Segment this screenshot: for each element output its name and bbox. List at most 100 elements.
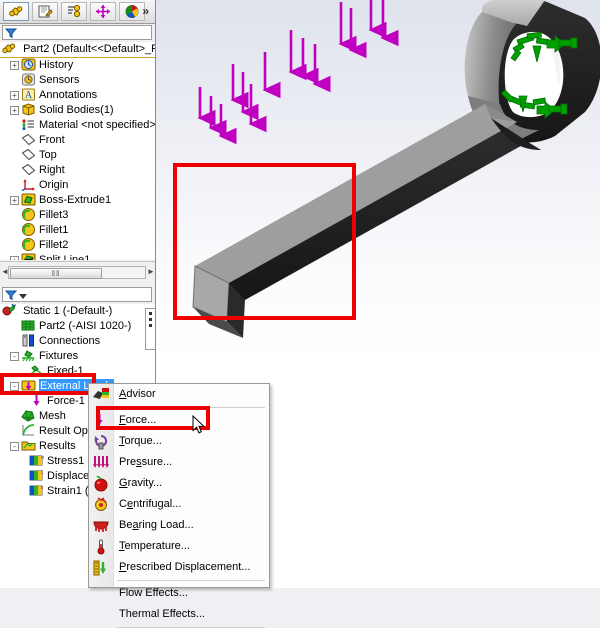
property-manager-icon — [37, 4, 53, 19]
expand-toggle[interactable]: - — [10, 442, 19, 451]
chevron-down-icon[interactable] — [19, 292, 27, 300]
simulation-tree-filter[interactable] — [2, 287, 152, 302]
svg-text:U: U — [41, 470, 44, 476]
expand-toggle[interactable]: - — [10, 352, 19, 361]
expand-toggle[interactable]: + — [10, 106, 19, 115]
menu-item[interactable]: Gravity... — [89, 473, 269, 494]
svg-text:A: A — [25, 90, 33, 101]
model-region-highlight — [173, 163, 356, 320]
extrude-icon — [21, 193, 36, 206]
feature-tree-item-label: Top — [39, 149, 57, 161]
plane-icon — [21, 148, 36, 161]
feature-tree-item-label: Front — [39, 134, 65, 146]
scroll-right-arrow[interactable]: ► — [147, 267, 155, 276]
simulation-tree-item[interactable]: Part2 (-AISI 1020-) — [0, 319, 155, 334]
tree-horizontal-scrollbar[interactable]: ‖‖ — [8, 266, 146, 279]
feature-tree-item[interactable]: Fillet1 — [0, 223, 155, 238]
mesh-icon — [21, 409, 36, 422]
menu-item[interactable]: Advisor — [89, 384, 269, 405]
feature-tree-item-label: Origin — [39, 179, 68, 191]
pressure-icon — [92, 455, 110, 471]
force-arrows — [200, 0, 383, 136]
feature-tree-item[interactable]: + Split Line1 — [0, 253, 155, 260]
menu-item[interactable]: Temperature... — [89, 536, 269, 557]
material-icon — [21, 118, 36, 131]
menu-item-label: Thermal Effects... — [119, 608, 205, 620]
feature-tree-item[interactable]: Top — [0, 148, 155, 163]
menu-item[interactable]: Torque... — [89, 431, 269, 452]
stress-icon: σ — [29, 454, 44, 467]
feature-tree-filter[interactable] — [2, 25, 152, 40]
dimxpert-icon — [95, 4, 111, 19]
menu-item[interactable]: Pressure... — [89, 452, 269, 473]
feature-tree-item[interactable]: +Boss-Extrude1 — [0, 193, 155, 208]
more-tabs-chevron[interactable]: » — [142, 4, 149, 18]
menu-item-label: Prescribed Displacement... — [119, 561, 250, 573]
menu-item-label: Temperature... — [119, 540, 190, 552]
simulation-study-label: Static 1 (-Default-) — [23, 305, 112, 317]
configuration-manager-tab[interactable] — [61, 2, 87, 21]
scroll-left-arrow[interactable]: ◄ — [1, 267, 9, 276]
configuration-manager-icon — [66, 4, 82, 19]
plane-icon — [21, 133, 36, 146]
menu-item[interactable]: Bearing Load... — [89, 515, 269, 536]
manager-tab-strip: » — [0, 0, 155, 24]
expand-toggle[interactable]: + — [10, 256, 19, 260]
feature-tree-item[interactable]: Fillet3 — [0, 208, 155, 223]
scrollbar-grip: ‖‖ — [11, 269, 101, 278]
results-folder-icon — [21, 439, 36, 452]
feature-manager-tree[interactable]: Part2 (Default<<Default>_Photo + History S… — [0, 42, 155, 260]
simulation-tree-item[interactable]: Connections — [0, 334, 155, 349]
feature-tree-item[interactable]: Sensors — [0, 73, 155, 88]
feature-tree-item[interactable]: Origin — [0, 178, 155, 193]
simulation-tree-item[interactable]: -Fixtures — [0, 349, 155, 364]
split-line-icon — [21, 253, 36, 260]
feature-tree-root-label: Part2 (Default<<Default>_Photo — [23, 43, 155, 55]
external-loads-highlight — [0, 373, 96, 395]
connections-icon — [21, 334, 36, 347]
simulation-tree-item-label: Connections — [39, 335, 100, 347]
feature-tree-root[interactable]: Part2 (Default<<Default>_Photo — [0, 42, 155, 58]
feature-tree-item[interactable]: Material <not specified> — [0, 118, 155, 133]
scrollbar-thumb[interactable]: ‖‖ — [10, 268, 102, 279]
feature-tree-item-label: Fillet3 — [39, 209, 68, 221]
dimxpert-manager-tab[interactable] — [90, 2, 116, 21]
menu-item[interactable]: Thermal Effects... — [89, 604, 269, 625]
study-side-tab[interactable] — [145, 308, 155, 350]
bearing-load-icon — [92, 518, 110, 534]
menu-item-label: Torque... — [119, 435, 162, 447]
study-icon — [2, 304, 17, 317]
display-manager-tab[interactable] — [119, 2, 145, 21]
property-manager-tab[interactable] — [32, 2, 58, 21]
menu-item-label: Centrifugal... — [119, 498, 181, 510]
temperature-icon — [92, 539, 110, 555]
menu-item[interactable]: Centrifugal... — [89, 494, 269, 515]
feature-tree-item[interactable]: + History — [0, 58, 155, 73]
menu-item-label: Bearing Load... — [119, 519, 194, 531]
part-icon — [2, 42, 17, 55]
menu-item[interactable]: Prescribed Displacement... — [89, 557, 269, 578]
feature-tree-item-label: Annotations — [39, 89, 97, 101]
feature-tree-rows: + History Sensors + A Annotations +Solid Bodie… — [0, 58, 155, 260]
expand-toggle[interactable]: + — [10, 196, 19, 205]
feature-tree-item[interactable]: +Solid Bodies(1) — [0, 103, 155, 118]
expand-toggle[interactable]: + — [10, 91, 19, 100]
tree-splitter[interactable]: ‖‖ ◄ ► — [0, 261, 155, 286]
feature-tree-item[interactable]: Right — [0, 163, 155, 178]
torque-icon — [92, 434, 110, 450]
menu-separator — [117, 580, 265, 581]
sim-part-icon — [21, 319, 36, 332]
feature-tree-item[interactable]: Fillet2 — [0, 238, 155, 253]
feature-tree-item[interactable]: Front — [0, 133, 155, 148]
feature-tree-item-label: Split Line1 — [39, 254, 90, 260]
sensors-icon — [21, 73, 36, 86]
feature-manager-tab[interactable] — [3, 2, 29, 21]
menu-item[interactable]: Flow Effects... — [89, 583, 269, 604]
fillet-icon — [21, 208, 36, 221]
simulation-study-root[interactable]: Static 1 (-Default-) — [0, 304, 155, 319]
feature-tree-item[interactable]: + A Annotations — [0, 88, 155, 103]
expand-toggle[interactable]: + — [10, 61, 19, 70]
feature-tree-item-label: Sensors — [39, 74, 79, 86]
feature-tree-item-label: History — [39, 59, 73, 71]
svg-text:ε: ε — [41, 485, 44, 491]
